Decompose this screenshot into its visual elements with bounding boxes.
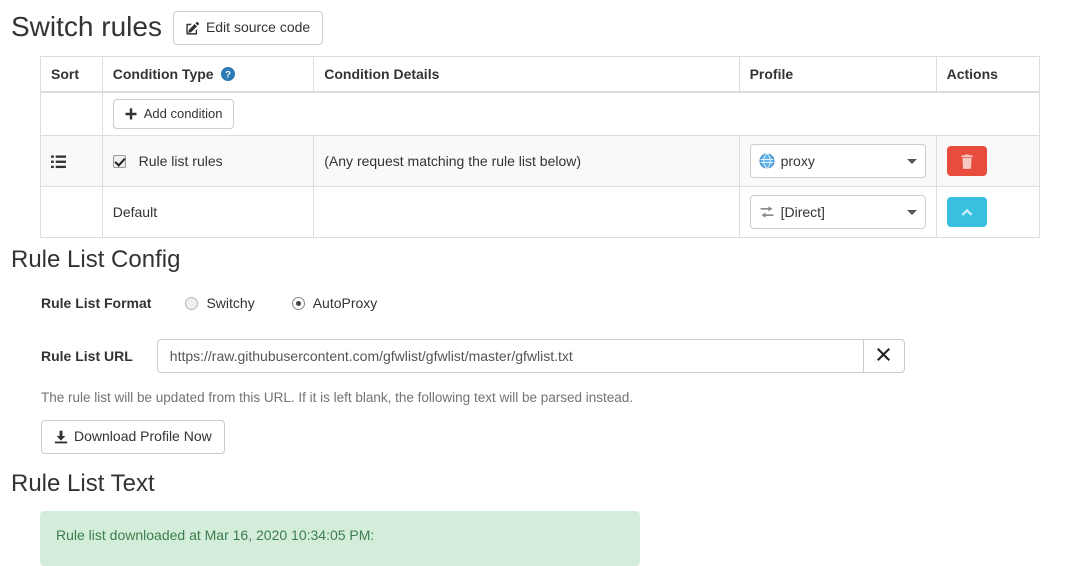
radio-autoproxy-indicator[interactable] — [291, 296, 305, 310]
add-condition-row: Add condition — [40, 91, 1041, 137]
row-condition-details-cell: (Any request matching the rule list belo… — [313, 135, 740, 188]
add-condition-button[interactable]: Add condition — [112, 99, 234, 130]
default-rule-label: Default — [112, 204, 158, 221]
radio-option-switchy[interactable]: Switchy — [185, 295, 255, 311]
rule-enabled-checkbox[interactable] — [112, 155, 126, 169]
rule-list-format-radio-group: Switchy AutoProxy — [185, 295, 377, 311]
condition-type-label: Rule list rules — [138, 153, 223, 170]
row-profile-cell: proxy — [738, 135, 937, 188]
table-header-row: Sort Condition Type ? Condition Details … — [40, 56, 1041, 93]
rule-list-text-heading: Rule List Text — [11, 470, 155, 497]
rule-list-text-section-header: Rule List Text — [11, 470, 155, 499]
move-up-button[interactable] — [946, 197, 987, 228]
download-profile-now-label: Download Profile Now — [74, 428, 212, 444]
radio-switchy-label: Switchy — [206, 295, 255, 311]
download-profile-now-button[interactable]: Download Profile Now — [41, 420, 225, 454]
chevron-down-icon — [906, 158, 917, 164]
profile-name-rule: proxy — [780, 153, 815, 170]
close-x-icon — [877, 347, 891, 365]
plus-icon — [124, 107, 138, 121]
profile-select-default[interactable]: [Direct] — [749, 195, 926, 230]
table-head: Sort Condition Type ? Condition Details … — [40, 56, 1041, 93]
condition-details-text: (Any request matching the rule list belo… — [324, 153, 582, 170]
rule-list-url-help-text: The rule list will be updated from this … — [41, 390, 634, 405]
row-condition-type-cell: Rule list rules — [101, 135, 315, 188]
page-title: Switch rules — [11, 11, 162, 43]
trash-icon — [960, 154, 974, 169]
chevron-down-icon — [906, 209, 917, 215]
help-circle-icon[interactable]: ? — [221, 67, 236, 81]
column-header-profile: Profile — [738, 56, 937, 93]
profile-select-rule[interactable]: proxy — [749, 144, 926, 179]
switch-rules-table: Sort Condition Type ? Condition Details … — [40, 56, 1041, 239]
rule-list-download-status: Rule list downloaded at Mar 16, 2020 10:… — [40, 511, 640, 566]
column-header-condition-type: Condition Type ? — [101, 56, 315, 93]
default-row-actions-cell — [935, 186, 1041, 239]
rule-list-url-input-group — [156, 339, 905, 373]
column-header-condition-details: Condition Details — [313, 56, 740, 93]
profile-name-default: [Direct] — [780, 204, 825, 221]
column-header-condition-type-label: Condition Type — [112, 66, 214, 82]
page-header: Switch rules Edit source code — [11, 11, 324, 45]
globe-icon — [759, 153, 775, 169]
table-row: Default [Direct] — [40, 186, 1041, 239]
add-row-button-cell: Add condition — [101, 91, 1041, 137]
clear-url-button[interactable] — [862, 339, 905, 373]
add-row-sort-cell — [40, 91, 103, 137]
chevron-up-icon — [960, 205, 974, 220]
column-header-actions: Actions — [935, 56, 1041, 93]
rule-list-config-heading: Rule List Config — [11, 246, 181, 273]
default-row-sort-cell — [40, 186, 103, 239]
table-body: Add condition Rule list rules (Any reque… — [40, 91, 1041, 239]
svg-text:?: ? — [226, 70, 232, 81]
edit-square-icon — [186, 21, 200, 35]
rule-list-url-label: Rule List URL — [41, 348, 133, 364]
switch-rules-page: Switch rules Edit source code Sort Condi… — [0, 0, 1065, 566]
add-condition-label: Add condition — [143, 106, 223, 121]
radio-autoproxy-label: AutoProxy — [312, 295, 378, 311]
column-header-sort: Sort — [40, 56, 103, 93]
default-row-condition-type-cell: Default — [101, 186, 315, 239]
delete-rule-button[interactable] — [946, 146, 987, 177]
row-actions-cell — [935, 135, 1041, 188]
default-row-condition-details-cell — [313, 186, 740, 239]
direct-arrows-icon — [759, 204, 775, 220]
list-handle-icon[interactable] — [51, 155, 66, 169]
edit-source-code-button[interactable]: Edit source code — [172, 11, 324, 45]
radio-switchy-indicator[interactable] — [185, 296, 199, 310]
row-sort-cell — [40, 135, 103, 188]
rule-list-format-label: Rule List Format — [41, 295, 152, 311]
edit-source-code-label: Edit source code — [205, 19, 311, 35]
rule-list-url-row: Rule List URL — [41, 339, 905, 373]
radio-option-autoproxy[interactable]: AutoProxy — [291, 295, 378, 311]
rule-list-download-status-text: Rule list downloaded at Mar 16, 2020 10:… — [56, 527, 375, 543]
rule-list-format-row: Rule List Format Switchy AutoProxy — [41, 295, 377, 311]
download-icon — [54, 430, 68, 444]
default-row-profile-cell: [Direct] — [738, 186, 937, 239]
table-row: Rule list rules (Any request matching th… — [40, 135, 1041, 188]
download-profile-wrapper: Download Profile Now — [41, 420, 225, 454]
rule-list-config-section-header: Rule List Config — [11, 246, 180, 275]
rule-list-url-input[interactable] — [156, 339, 863, 373]
